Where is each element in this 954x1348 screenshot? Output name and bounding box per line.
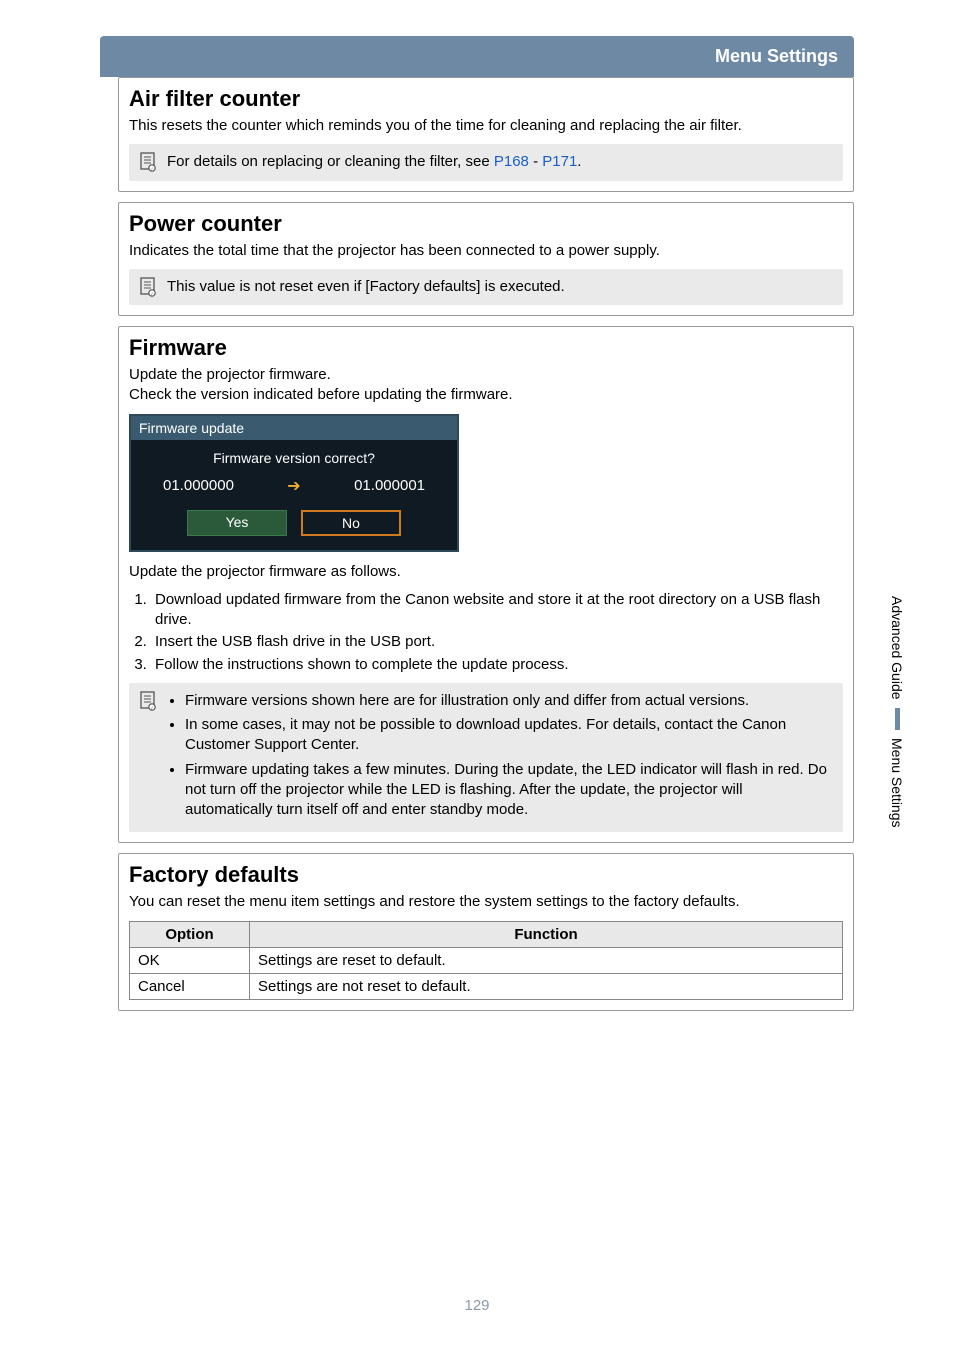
air-filter-desc: This resets the counter which reminds yo… — [129, 116, 843, 136]
factory-table: Option Function OK Settings are reset to… — [129, 921, 843, 1000]
air-filter-note-suffix: . — [577, 153, 581, 170]
firmware-dialog-title: Firmware update — [131, 416, 457, 440]
section-firmware: Firmware Update the projector firmware. … — [118, 326, 854, 843]
firmware-heading: Firmware — [129, 335, 843, 361]
list-item: Download updated firmware from the Canon… — [151, 590, 843, 631]
table-row: Cancel Settings are not reset to default… — [130, 973, 843, 999]
factory-heading: Factory defaults — [129, 862, 843, 888]
firmware-dialog-question: Firmware version correct? — [143, 450, 445, 466]
firmware-yes-button[interactable]: Yes — [187, 510, 287, 536]
section-power-counter: Power counter Indicates the total time t… — [118, 202, 854, 317]
list-item: Insert the USB flash drive in the USB po… — [151, 632, 843, 652]
list-item: Firmware updating takes a few minutes. D… — [185, 760, 833, 821]
cell-function: Settings are not reset to default. — [250, 973, 843, 999]
arrow-right-icon: ➔ — [287, 476, 300, 496]
factory-desc: You can reset the menu item settings and… — [129, 892, 843, 912]
note-icon: i — [139, 152, 157, 172]
cell-option: Cancel — [130, 973, 250, 999]
air-filter-note-prefix: For details on replacing or cleaning the… — [167, 153, 494, 170]
side-tab-menu: Menu Settings — [886, 732, 908, 834]
note-icon: i — [139, 277, 157, 297]
firmware-dialog: Firmware update Firmware version correct… — [129, 414, 459, 552]
firmware-steps-intro: Update the projector firmware as follows… — [129, 562, 843, 582]
tab-separator — [895, 708, 900, 730]
firmware-notes: i Firmware versions shown here are for i… — [129, 683, 843, 833]
firmware-steps: Download updated firmware from the Canon… — [151, 590, 843, 675]
power-counter-desc: Indicates the total time that the projec… — [129, 241, 843, 261]
power-counter-note-text: This value is not reset even if [Factory… — [167, 277, 565, 297]
th-function: Function — [250, 921, 843, 947]
th-option: Option — [130, 921, 250, 947]
firmware-no-button[interactable]: No — [301, 510, 401, 536]
header-title: Menu Settings — [715, 46, 838, 66]
note-icon: i — [139, 691, 157, 711]
link-p168[interactable]: P168 — [494, 153, 529, 170]
table-row: OK Settings are reset to default. — [130, 947, 843, 973]
section-air-filter: Air filter counter This resets the count… — [118, 77, 854, 192]
page-number: 129 — [0, 1297, 954, 1314]
firmware-desc2: Check the version indicated before updat… — [129, 385, 843, 405]
cell-option: OK — [130, 947, 250, 973]
cell-function: Settings are reset to default. — [250, 947, 843, 973]
side-tabs: Advanced Guide Menu Settings — [886, 590, 908, 833]
air-filter-note: i For details on replacing or cleaning t… — [129, 144, 843, 180]
firmware-version-to: 01.000001 — [354, 477, 425, 494]
air-filter-heading: Air filter counter — [129, 86, 843, 112]
list-item: In some cases, it may not be possible to… — [185, 715, 833, 756]
power-counter-note: i This value is not reset even if [Facto… — [129, 269, 843, 305]
firmware-desc1: Update the projector firmware. — [129, 365, 843, 385]
section-factory-defaults: Factory defaults You can reset the menu … — [118, 853, 854, 1010]
link-p171[interactable]: P171 — [542, 153, 577, 170]
list-item: Firmware versions shown here are for ill… — [185, 691, 833, 711]
list-item: Follow the instructions shown to complet… — [151, 655, 843, 675]
power-counter-heading: Power counter — [129, 211, 843, 237]
air-filter-note-sep: - — [529, 153, 542, 170]
firmware-version-from: 01.000000 — [163, 477, 234, 494]
header-bar: Menu Settings — [100, 36, 854, 77]
side-tab-advanced: Advanced Guide — [886, 590, 908, 706]
